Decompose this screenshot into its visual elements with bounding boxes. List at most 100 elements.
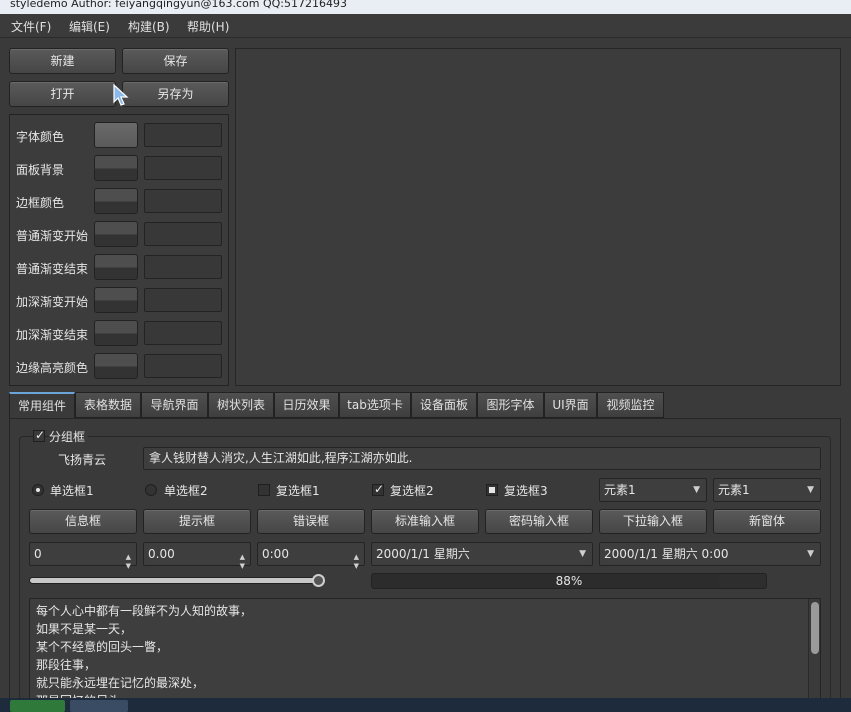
tab-tree-list[interactable]: 树状列表 [208, 392, 274, 418]
dark-gradient-end-value[interactable] [144, 321, 222, 345]
highlight-color-button[interactable] [94, 353, 138, 379]
text-line: 就只能永远埋在记忆的最深处， [36, 676, 205, 690]
progress-bar: 88% [371, 573, 767, 589]
font-color-value[interactable] [144, 123, 222, 147]
dark-gradient-start-button[interactable] [94, 287, 138, 313]
scrollbar-thumb[interactable] [811, 602, 819, 654]
new-window-button[interactable]: 新窗体 [713, 509, 821, 534]
group-box-checkbox[interactable]: ✓ [33, 428, 45, 442]
dark-gradient-start-value[interactable] [144, 288, 222, 312]
radio-2[interactable] [145, 484, 157, 496]
panel-bg-label: 面板背景 [16, 163, 65, 177]
tab-tab-widget[interactable]: tab选项卡 [339, 392, 411, 418]
spin-down-icon[interactable]: ▼ [354, 555, 359, 577]
int-spin-value: 0 [34, 547, 42, 561]
dropdown-input-button[interactable]: 下拉输入框 [599, 509, 707, 534]
open-button[interactable]: 打开 [9, 81, 116, 107]
border-color-value[interactable] [144, 189, 222, 213]
text-edit[interactable]: 每个人心中都有一段鲜不为人知的故事， 如果不是某一天， 某个不经意的回头一瞥， … [29, 598, 821, 712]
spin-down-icon[interactable]: ▼ [240, 555, 245, 577]
double-spin-value: 0.00 [148, 547, 175, 561]
border-color-button[interactable] [94, 188, 138, 214]
menu-edit[interactable]: 编辑(E) [69, 18, 110, 35]
radio-1-label: 单选框1 [50, 484, 94, 498]
combo-box-1-value: 元素1 [604, 483, 636, 497]
date-edit-value: 2000/1/1 星期六 [376, 547, 470, 561]
tab-navigation[interactable]: 导航界面 [141, 392, 208, 418]
save-button[interactable]: 保存 [122, 48, 229, 74]
radio-1[interactable] [32, 484, 44, 496]
text-line: 每个人心中都有一段鲜不为人知的故事， [36, 604, 253, 618]
text-line-edit[interactable]: 拿人钱财替人消灾,人生江湖如此,程序江湖亦如此. [143, 447, 821, 470]
taskbar-app-button[interactable] [70, 700, 128, 712]
taskbar-app-button[interactable] [10, 700, 65, 712]
dark-gradient-end-button[interactable] [94, 320, 138, 346]
menu-file[interactable]: 文件(F) [11, 18, 51, 35]
time-edit[interactable]: 0:00 ▲ ▼ [257, 542, 365, 570]
tab-icon-font[interactable]: 图形字体 [477, 392, 544, 418]
horizontal-slider[interactable] [29, 577, 325, 584]
info-box-button[interactable]: 信息框 [29, 509, 137, 534]
menu-build[interactable]: 构建(B) [128, 18, 170, 35]
normal-gradient-end-label: 普通渐变结束 [16, 262, 89, 276]
tip-box-button[interactable]: 提示框 [143, 509, 251, 534]
normal-gradient-end-value[interactable] [144, 255, 222, 279]
menu-help[interactable]: 帮助(H) [187, 18, 229, 35]
window-title: styledemo Author: feiyangqingyun@163.com… [10, 0, 347, 10]
highlight-color-value[interactable] [144, 354, 222, 378]
font-color-label: 字体颜色 [16, 130, 65, 144]
highlight-color-label: 边缘高亮颜色 [16, 361, 89, 375]
tab-device-panel[interactable]: 设备面板 [411, 392, 477, 418]
border-color-label: 边框颜色 [16, 196, 65, 210]
text-edit-scrollbar[interactable] [808, 599, 820, 711]
normal-gradient-start-label: 普通渐变开始 [16, 229, 89, 243]
text-line: 某个不经意的回头一瞥， [36, 640, 169, 654]
tab-common-widgets[interactable]: 常用组件 [9, 392, 75, 418]
radio-2-label: 单选框2 [164, 484, 208, 498]
checkbox-3[interactable] [486, 484, 498, 496]
error-box-button[interactable]: 错误框 [257, 509, 365, 534]
slider-handle[interactable] [312, 574, 325, 587]
menu-bar: 文件(F) 编辑(E) 构建(B) 帮助(H) [0, 14, 851, 38]
chevron-down-icon: ▼ [807, 485, 814, 495]
tab-ui[interactable]: UI界面 [544, 392, 597, 418]
normal-gradient-end-button[interactable] [94, 254, 138, 280]
normal-gradient-start-value[interactable] [144, 222, 222, 246]
taskbar [0, 698, 851, 712]
font-color-button[interactable] [94, 122, 138, 148]
tab-table-data[interactable]: 表格数据 [75, 392, 141, 418]
checkbox-3-label: 复选框3 [504, 484, 548, 498]
chevron-down-icon: ▼ [693, 485, 700, 495]
panel-bg-button[interactable] [94, 155, 138, 181]
datetime-edit[interactable]: 2000/1/1 星期六 0:00 ▼ [599, 542, 821, 566]
int-spin-box[interactable]: 0 ▲ ▼ [29, 542, 137, 570]
save-as-button[interactable]: 另存为 [122, 81, 229, 107]
chevron-down-icon: ▼ [807, 549, 814, 559]
preview-area [235, 48, 841, 386]
tab-calendar[interactable]: 日历效果 [274, 392, 339, 418]
combo-box-1[interactable]: 元素1 ▼ [599, 478, 707, 502]
normal-gradient-start-button[interactable] [94, 221, 138, 247]
datetime-edit-value: 2000/1/1 星期六 0:00 [604, 547, 729, 561]
text-line: 那段往事， [36, 658, 97, 672]
combo-box-2-value: 元素1 [718, 483, 750, 497]
new-button[interactable]: 新建 [9, 48, 116, 74]
double-spin-box[interactable]: 0.00 ▲ ▼ [143, 542, 251, 570]
window-titlebar: styledemo Author: feiyangqingyun@163.com… [0, 0, 851, 14]
dark-gradient-end-label: 加深渐变结束 [16, 328, 89, 342]
color-settings-panel: 字体颜色 面板背景 边框颜色 普通渐变开始 普通渐变结束 加深渐变开始 加深渐变… [9, 114, 229, 386]
panel-bg-value[interactable] [144, 156, 222, 180]
tab-video-monitor[interactable]: 视频监控 [597, 392, 664, 418]
password-input-button[interactable]: 密码输入框 [485, 509, 593, 534]
time-edit-value: 0:00 [262, 547, 289, 561]
spin-down-icon[interactable]: ▼ [126, 555, 131, 577]
standard-input-button[interactable]: 标准输入框 [371, 509, 479, 534]
text-line: 如果不是某一天， [36, 622, 133, 636]
group-box-title: 分组框 [49, 428, 89, 445]
date-edit[interactable]: 2000/1/1 星期六 ▼ [371, 542, 593, 566]
mouse-cursor-icon [113, 84, 129, 106]
dark-gradient-start-label: 加深渐变开始 [16, 295, 89, 309]
checkbox-1[interactable] [258, 484, 270, 496]
combo-box-2[interactable]: 元素1 ▼ [713, 478, 821, 502]
checkbox-2[interactable]: ✓ [372, 482, 384, 496]
